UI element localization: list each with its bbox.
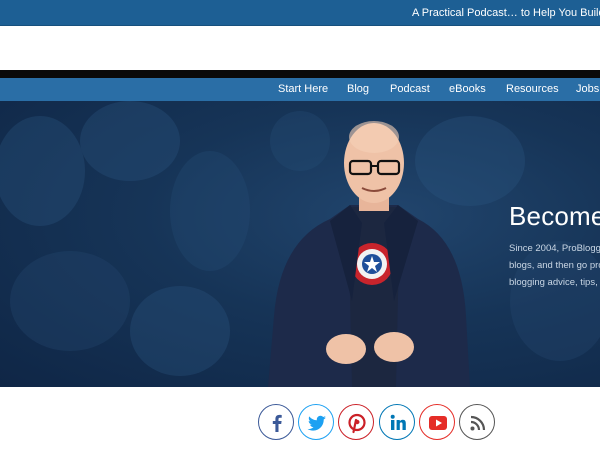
youtube-icon bbox=[429, 416, 447, 430]
hero-text-line-1: Since 2004, ProBlogge bbox=[509, 243, 600, 254]
linkedin-button[interactable] bbox=[379, 404, 415, 440]
top-bar: A Practical Podcast… to Help You Build a… bbox=[0, 0, 600, 26]
nav-podcast[interactable]: Podcast bbox=[390, 83, 430, 95]
nav-blog[interactable]: Blog bbox=[347, 83, 369, 95]
hero-text-line-2: blogs, and then go pro bbox=[509, 260, 600, 271]
main-nav: Start Here Blog Podcast eBooks Resources… bbox=[0, 78, 600, 101]
twitter-icon bbox=[307, 415, 326, 431]
nav-resources[interactable]: Resources bbox=[506, 83, 559, 95]
rss-button[interactable] bbox=[459, 404, 495, 440]
facebook-button[interactable] bbox=[258, 404, 294, 440]
page: A Practical Podcast… to Help You Build a… bbox=[0, 0, 600, 450]
social-links bbox=[0, 387, 600, 450]
hero-text-line-3: blogging advice, tips, a bbox=[509, 277, 600, 288]
facebook-icon bbox=[272, 414, 282, 432]
youtube-button[interactable] bbox=[419, 404, 455, 440]
nav-start-here[interactable]: Start Here bbox=[278, 83, 328, 95]
twitter-button[interactable] bbox=[298, 404, 334, 440]
hero-title: Become bbox=[509, 201, 600, 231]
hero-banner: Become Since 2004, ProBlogge blogs, and … bbox=[0, 101, 600, 387]
linkedin-icon bbox=[390, 414, 406, 430]
pinterest-button[interactable] bbox=[338, 404, 374, 440]
header-divider bbox=[0, 70, 600, 78]
nav-ebooks[interactable]: eBooks bbox=[449, 83, 486, 95]
pinterest-icon bbox=[348, 413, 366, 434]
nav-jobs[interactable]: Jobs bbox=[576, 83, 599, 95]
rss-icon bbox=[470, 415, 486, 431]
header-area bbox=[0, 26, 600, 70]
header-tagline[interactable]: A Practical Podcast… to Help You Build a… bbox=[412, 7, 600, 19]
